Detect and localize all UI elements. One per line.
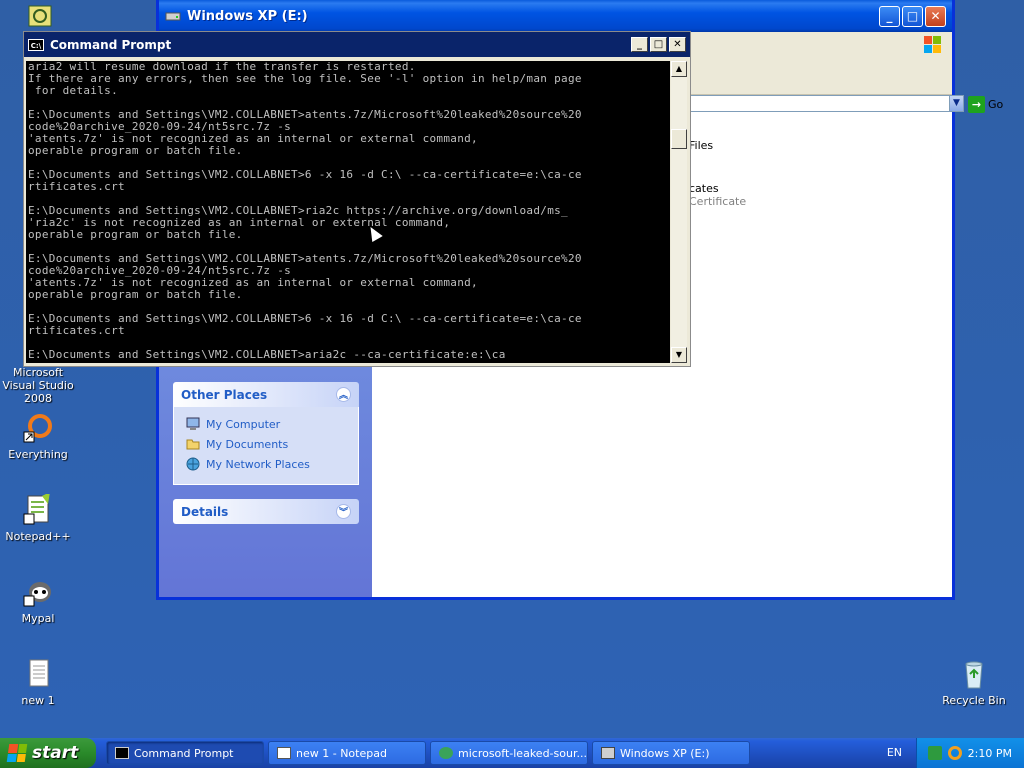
recycle-bin-icon — [958, 658, 990, 690]
taskbar-button-label: Command Prompt — [134, 746, 234, 760]
desktop-icon-label: new 1 — [21, 694, 55, 707]
desktop-icon-label: Everything — [8, 448, 68, 461]
collapse-icon[interactable]: ︽ — [336, 387, 351, 402]
go-button[interactable]: → Go — [968, 95, 1016, 113]
other-places-header[interactable]: Other Places ︽ — [173, 382, 359, 407]
app-icon — [26, 4, 54, 30]
details-header[interactable]: Details ︾ — [173, 499, 359, 524]
file-item-files[interactable]: Files — [689, 139, 713, 152]
file-type: Certificate — [689, 195, 747, 208]
desktop-icon-recycle-bin[interactable]: Recycle Bin — [934, 658, 1014, 707]
link-label: My Documents — [206, 437, 289, 451]
expand-icon[interactable]: ︾ — [336, 504, 351, 519]
cmd-close-button[interactable]: ✕ — [669, 37, 686, 52]
file-name: Files — [689, 139, 714, 152]
notepadpp-icon — [22, 492, 54, 526]
desktop-icon-new1[interactable]: new 1 — [0, 658, 78, 707]
drive-icon — [165, 10, 181, 22]
network-icon — [186, 457, 200, 471]
windows-logo-icon — [922, 34, 944, 56]
address-dropdown-icon[interactable]: ▼ — [949, 95, 964, 112]
explorer-title: Windows XP (E:) — [187, 8, 308, 24]
other-places-title: Other Places — [181, 387, 268, 402]
file-name: cates — [689, 182, 719, 195]
go-arrow-icon: → — [968, 95, 985, 113]
desktop-icon-label: Mypal — [21, 612, 55, 625]
desktop-icon-label: Recycle Bin — [942, 694, 1006, 707]
link-my-documents[interactable]: My Documents — [186, 434, 346, 454]
taskbar-button-notepad[interactable]: new 1 - Notepad — [268, 741, 426, 765]
cmd-titlebar[interactable]: C:\ Command Prompt _ □ ✕ — [24, 32, 690, 57]
link-label: My Computer — [206, 417, 281, 431]
windows-flag-icon — [6, 744, 28, 762]
close-button[interactable]: ✕ — [925, 5, 946, 27]
taskbar-button-label: new 1 - Notepad — [296, 746, 387, 760]
desktop-icon-visual-studio[interactable]: Microsoft Visual Studio 2008 — [0, 366, 78, 405]
cmd-maximize-button[interactable]: □ — [650, 37, 667, 52]
explorer-titlebar[interactable]: Windows XP (E:) _ □ ✕ — [159, 0, 952, 32]
language-indicator[interactable]: EN — [887, 746, 902, 759]
scroll-down-icon[interactable]: ▼ — [671, 347, 687, 363]
cmd-icon — [115, 747, 129, 759]
search-tray-icon[interactable] — [947, 746, 962, 760]
link-my-network-places[interactable]: My Network Places — [186, 454, 346, 474]
details-title: Details — [181, 504, 229, 519]
link-my-computer[interactable]: My Computer — [186, 414, 346, 434]
link-label: My Network Places — [206, 457, 310, 471]
cmd-icon: C:\ — [28, 38, 44, 51]
desktop-icon-label: Microsoft Visual Studio 2008 — [2, 366, 74, 405]
cmd-console[interactable]: aria2 will resume download if the transf… — [26, 61, 670, 363]
cmd-minimize-button[interactable]: _ — [631, 37, 648, 52]
text-file-icon — [22, 658, 54, 690]
desktop-icon-everything[interactable]: Everything — [0, 412, 78, 461]
folder-icon — [186, 437, 200, 451]
everything-icon — [22, 412, 54, 444]
file-item-certificate[interactable]: cates Certificate — [689, 182, 746, 208]
taskbar-button-explorer[interactable]: Windows XP (E:) — [592, 741, 750, 765]
cmd-output: aria2 will resume download if the transf… — [28, 61, 582, 361]
desktop-icon-label: Notepad++ — [5, 530, 71, 543]
scroll-thumb[interactable] — [671, 129, 687, 149]
go-label: Go — [988, 97, 1004, 111]
desktop-icon-notepadpp[interactable]: Notepad++ — [0, 492, 78, 543]
maximize-button[interactable]: □ — [902, 5, 923, 27]
taskbar: start Command Prompt new 1 - Notepad mic… — [0, 738, 1024, 768]
taskbar-button-label: microsoft-leaked-sour... — [458, 746, 587, 760]
notepad-icon — [277, 747, 291, 759]
scroll-up-icon[interactable]: ▲ — [671, 61, 687, 77]
start-label: start — [32, 743, 79, 763]
cmd-title: Command Prompt — [50, 37, 172, 52]
taskbar-button-browser[interactable]: microsoft-leaked-sour... — [430, 741, 588, 765]
clock[interactable]: 2:10 PM — [968, 747, 1012, 760]
details-panel: Details ︾ — [173, 499, 359, 524]
mypal-icon — [22, 576, 54, 608]
cmd-scrollbar[interactable]: ▲ ▼ — [671, 61, 687, 363]
network-tray-icon[interactable] — [927, 746, 942, 760]
other-places-body: My Computer My Documents My Network Plac… — [173, 407, 359, 485]
desktop-icon-top[interactable] — [0, 4, 80, 34]
system-tray: 2:10 PM — [916, 738, 1024, 768]
command-prompt-window: C:\ Command Prompt _ □ ✕ aria2 will resu… — [23, 31, 691, 367]
taskbar-button-command-prompt[interactable]: Command Prompt — [106, 741, 264, 765]
other-places-panel: Other Places ︽ My Computer My Documents … — [173, 382, 359, 485]
minimize-button[interactable]: _ — [879, 5, 900, 27]
computer-icon — [186, 417, 200, 431]
desktop-icon-mypal[interactable]: Mypal — [0, 576, 78, 625]
start-button[interactable]: start — [0, 738, 96, 768]
browser-icon — [439, 747, 453, 759]
drive-icon — [601, 747, 615, 759]
taskbar-button-label: Windows XP (E:) — [620, 746, 710, 760]
